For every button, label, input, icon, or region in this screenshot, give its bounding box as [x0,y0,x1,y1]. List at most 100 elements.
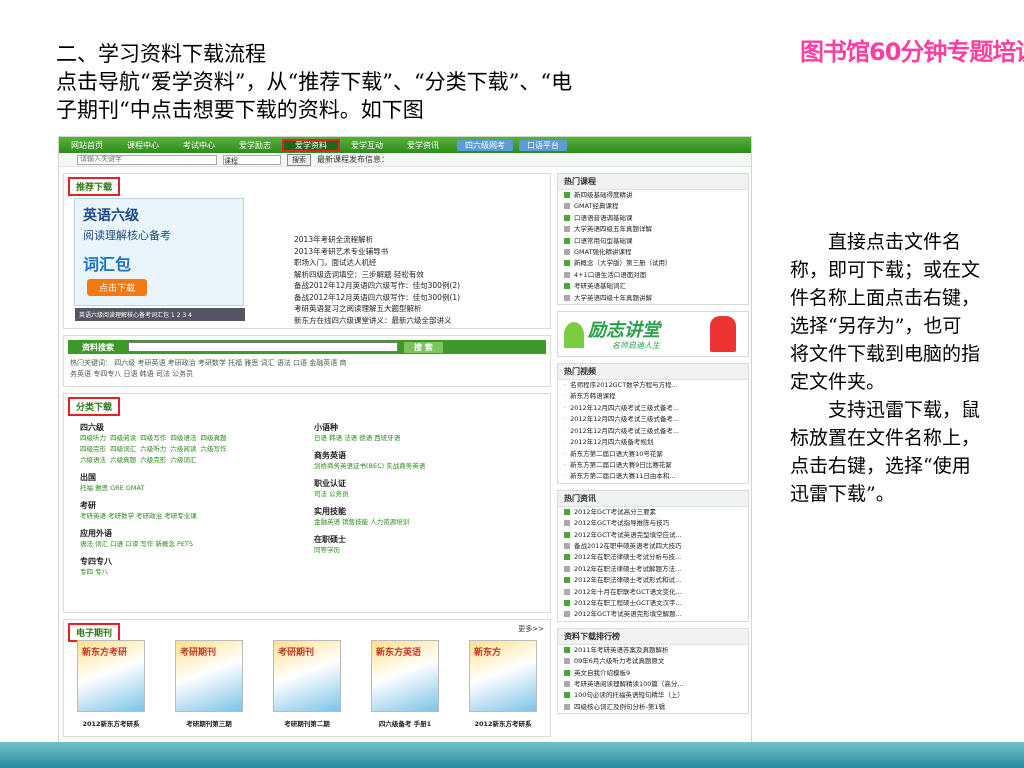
magazine-cover[interactable]: 考研期刊 [273,640,341,712]
magazine-caption[interactable]: 四六级备考 手册1 [368,718,442,728]
nav-item-news[interactable]: 爱学资讯 [395,140,451,151]
list-item-label[interactable]: 4+1口语生活口语面对面 [574,271,646,279]
search-button[interactable]: 搜索 [287,153,311,166]
list-item[interactable]: 新四级基础得度精讲 [558,190,748,201]
magazine-item[interactable]: 考研期刊 考研期刊第三期 [172,640,246,728]
list-item-label[interactable]: 口语语音语调基础课 [574,214,633,222]
category-links[interactable]: 专四 专八 [80,567,300,578]
list-item[interactable]: 2012年十月在职联考GCT语文变化... [558,587,748,598]
category-links[interactable]: 剑桥商务英语证书(BEC) 实战商务英语 [314,461,544,472]
magazine-caption[interactable]: 考研期刊第二期 [270,718,344,728]
list-item-label[interactable]: 2012年GCT考试英语完型填空应试... [574,531,682,539]
list-item[interactable]: 四级核心词汇及例句分析-第1辑 [558,702,748,713]
magazine-item[interactable]: 新东方考研 2012新东方考研系 [74,640,148,728]
magazine-item[interactable]: 考研期刊 考研期刊第二期 [270,640,344,728]
resource-search-button[interactable]: 搜 索 [404,341,443,353]
list-item[interactable]: 口语常用句型基础课 [558,236,748,247]
featured-banner[interactable]: 英语六级 阅读理解核心备考 词汇包 点击下载 英语六级阅读理解核心备考词汇包 1… [74,198,245,321]
magazine-caption[interactable]: 2012新东方考研系 [466,718,540,728]
list-item[interactable]: 口语语音语调基础课 [558,213,748,224]
list-item[interactable]: 09年6月六级听力考试真题原文 [558,656,748,667]
list-item[interactable]: GMAT强化精讲课程 [558,247,748,258]
list-item[interactable]: · 2012年12月四六级考试三级式备考... [558,426,748,437]
promo-banner[interactable]: 励志讲堂 名师启迪人生 [557,311,749,358]
list-item[interactable]: 2011年考研英语答案及真题解析 [558,645,748,656]
list-item-label[interactable]: 新东方第二届口语大赛10号花絮 [570,450,663,458]
list-item[interactable]: 考研英语复习之阅读理解五大题型解析 [294,303,544,315]
magazine-cover[interactable]: 新东方英语 [371,640,439,712]
list-item-label[interactable]: 2012年在职法律硕士考试分析与技... [574,553,681,561]
resource-search-input[interactable] [128,342,398,352]
list-item-label[interactable]: 2012年在职工程硕士GCT语文汉字... [574,599,682,607]
list-item[interactable]: 2012年GCT考试英语完形填空解题... [558,609,748,620]
list-item-label[interactable]: 2012年十月在职联考GCT语文变化... [574,588,682,596]
list-item[interactable]: 职场入门，面试达人机经 [294,257,544,269]
list-item-label[interactable]: 名师程序2012GCT数学方程与方程... [570,381,678,389]
list-item-label[interactable]: 100句必读的托福英语短句精华（上） [574,691,684,699]
list-item-label[interactable]: 2011年考研英语答案及真题解析 [574,646,669,654]
list-item[interactable]: 4+1口语生活口语面对面 [558,270,748,281]
list-item-label[interactable]: 2012年12月四六级考试三级式备考... [570,415,679,423]
magazine-caption[interactable]: 考研期刊第三期 [172,718,246,728]
more-link[interactable]: 更多>> [518,624,544,634]
nav-item-exams[interactable]: 考试中心 [171,140,227,151]
list-item-label[interactable]: 09年6月六级听力考试真题原文 [574,657,664,665]
list-item[interactable]: · 新东方第二届口语大赛11日由本和... [558,471,748,482]
list-item[interactable]: 2012年GCT考试英语完型填空应试... [558,530,748,541]
recommend-label[interactable]: 推荐下载 [68,177,121,196]
list-item-label[interactable]: 考研英语基础词汇 [574,282,626,290]
hot-keywords-line-1[interactable]: 热门关键词： 四六级 考研英语 考研政治 考研数学 托福 雅思 词汇 语法 口语… [64,358,550,369]
magazine-cover[interactable]: 新东方 [469,640,537,712]
search-type-select[interactable]: 课程 [223,154,281,165]
list-item-label[interactable]: 英文自我介绍模板9 [574,669,630,677]
list-item-label[interactable]: 考研英语阅读理解精读100篇（高分... [574,680,684,688]
list-item[interactable]: · 新东方韩语课程 [558,391,748,402]
hot-keywords-line-2[interactable]: 务英语 专四专八 日语 韩语 司法 公务员 [64,369,550,380]
list-item[interactable]: 英文自我介绍模板9 [558,668,748,679]
list-item-label[interactable]: 新概念（大学版）第三册（试用） [574,259,672,267]
list-item[interactable]: 解析四级选词填空：三步解题 轻松有效 [294,269,544,281]
magazine-cover[interactable]: 考研期刊 [175,640,243,712]
list-item[interactable]: · 新东方第二届口语大赛10号花絮 [558,449,748,460]
list-item[interactable]: 大学英语四级十年真题讲解 [558,293,748,304]
list-item-label[interactable]: 新东方第二届口语大赛9日比赛花絮 [570,461,672,469]
list-item-label[interactable]: 2012年在职法律硕士考试形式和试... [574,576,681,584]
list-item-label[interactable]: 备战2012在职申硕英语考试四大技巧 [574,542,682,550]
list-item[interactable]: 2012年在职法律硕士考试解题方法... [558,564,748,575]
list-item-label[interactable]: 2012年在职法律硕士考试解题方法... [574,565,681,573]
list-item[interactable]: · 名师程序2012GCT数学方程与方程... [558,380,748,391]
banner-download-button[interactable]: 点击下载 [87,279,148,296]
nav-item-courses[interactable]: 课程中心 [115,140,171,151]
list-item-label[interactable]: 新四级基础得度精讲 [574,191,633,199]
magazine-item[interactable]: 新东方英语 四六级备考 手册1 [368,640,442,728]
category-links[interactable]: 考研英语 考研数学 考研政治 考研专业课 [80,511,300,522]
category-links[interactable]: 司法 公务员 [314,489,544,500]
list-item[interactable]: · 2012年12月四六级考试三级式备考... [558,403,748,414]
nav-item-inspire[interactable]: 爱学励志 [227,140,283,151]
list-item[interactable]: 2012年GCT考试指导推陈与技巧 [558,518,748,529]
list-item-label[interactable]: 2012年GCT考试英语完形填空解题... [574,610,682,618]
list-item[interactable]: 备战2012年12月英语四六级写作：佳句300例(2) [294,280,544,292]
category-links[interactable]: 托福 雅思 GRE GMAT [80,483,300,494]
list-item[interactable]: 备战2012年12月英语四六级写作：佳句300例(1) [294,292,544,304]
nav-pill-cet[interactable]: 四六级网考 [457,139,513,151]
search-input[interactable] [77,154,217,165]
list-item[interactable]: 2013年考研艺术专业辅导书 [294,246,544,258]
category-links[interactable]: 四级听力 四级阅读 四级写作 四级语法 四级真题 四级完形 四级词汇 六级听力 … [80,433,300,466]
list-item-label[interactable]: 新东方韩语课程 [570,392,616,400]
list-item[interactable]: 2012年在职法律硕士考试分析与技... [558,552,748,563]
list-item[interactable]: 100句必读的托福英语短句精华（上） [558,690,748,701]
list-item-label[interactable]: 2012年GCT考试指导推陈与技巧 [574,519,669,527]
list-item[interactable]: 新概念（大学版）第三册（试用） [558,258,748,269]
nav-item-interact[interactable]: 爱学互动 [339,140,395,151]
list-item-label[interactable]: 2012年12月四六级考试三级式备考... [570,404,679,412]
list-item[interactable]: GMAT经典课程 [558,201,748,212]
list-item-label[interactable]: 2012年GCT考试高分三要素 [574,508,656,516]
list-item[interactable]: · 新东方第二届口语大赛9日比赛花絮 [558,460,748,471]
list-item-label[interactable]: 大学英语四级十年真题讲解 [574,294,652,302]
list-item-label[interactable]: GMAT经典课程 [574,202,619,210]
list-item-label[interactable]: 2012年12月四六级备考规划 [570,438,653,446]
list-item[interactable]: · 2012年12月四六级备考规划 [558,437,748,448]
list-item[interactable]: 大学英语四级五年真题详解 [558,224,748,235]
nav-item-home[interactable]: 网站首页 [59,140,115,151]
